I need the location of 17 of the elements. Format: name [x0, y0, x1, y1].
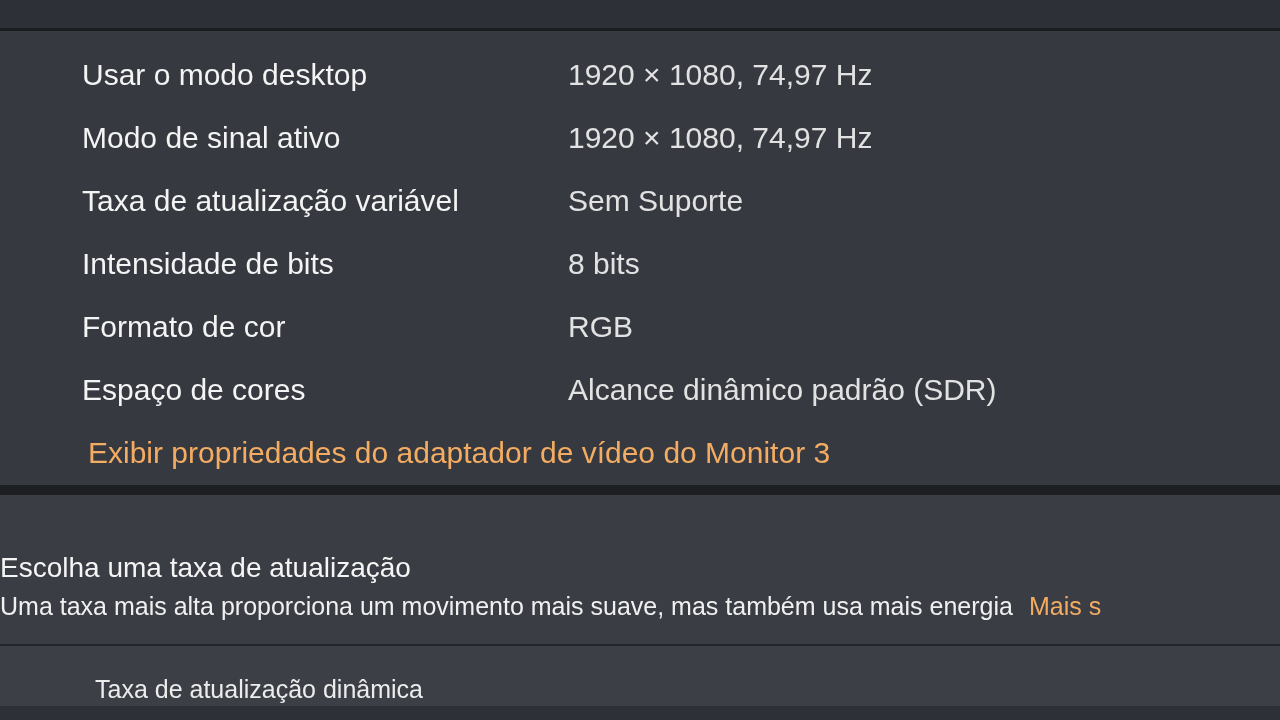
property-value: RGB	[568, 309, 634, 345]
section-title: Escolha uma taxa de atualização	[0, 551, 412, 585]
property-value: Sem Suporte	[568, 183, 745, 219]
more-link[interactable]: Mais s	[1028, 590, 1102, 622]
setting-label: Taxa de atualização dinâmica	[95, 675, 423, 703]
property-value: Alcance dinâmico padrão (SDR)	[568, 372, 997, 408]
section-description: Uma taxa mais alta proporciona um movimento mais suave, mas também usa mais energia	[0, 591, 1013, 622]
property-label: Espaço de cores	[82, 372, 307, 408]
property-value: 1920 × 1080, 74,97 Hz	[568, 120, 874, 156]
property-label: Intensidade de bits	[82, 246, 335, 282]
property-label: Usar o modo desktop	[82, 57, 369, 93]
property-value: 8 bits	[568, 246, 641, 282]
property-label: Formato de cor	[82, 309, 287, 345]
property-value: 1920 × 1080, 74,97 Hz	[568, 57, 874, 93]
property-label: Modo de sinal ativo	[82, 120, 342, 156]
adapter-properties-link[interactable]: Exibir propriedades do adaptador de vídeo do Monitor 3	[88, 435, 831, 471]
property-label: Taxa de atualização variável	[82, 183, 460, 219]
